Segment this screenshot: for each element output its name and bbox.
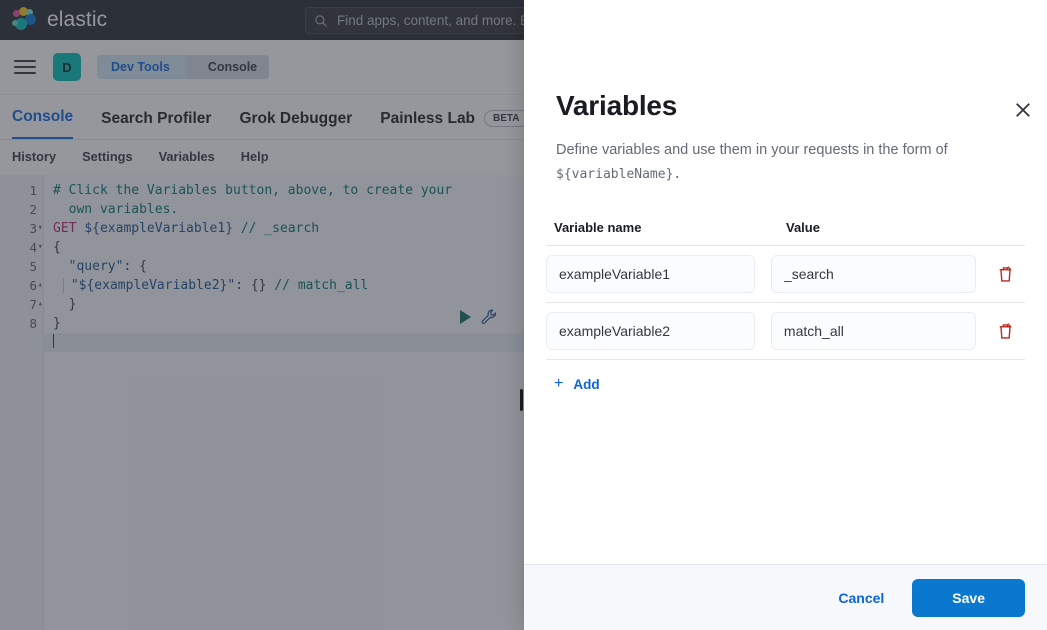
flyout-overlay-mask[interactable]: [0, 0, 524, 630]
trash-delete-icon[interactable]: [997, 265, 1014, 284]
cell-delete: [986, 322, 1025, 341]
table-row: [546, 246, 1025, 303]
close-icon[interactable]: [1013, 100, 1033, 120]
flyout-body: Variable name Value: [524, 187, 1047, 564]
cell-variable-value: [771, 255, 986, 293]
cell-variable-value: [771, 312, 986, 350]
flyout-header: Variables Define variables and use them …: [524, 0, 1047, 187]
flyout-resize-handle[interactable]: [520, 389, 523, 411]
variable-value-input[interactable]: [771, 312, 976, 350]
flyout-description: Define variables and use them in your re…: [556, 138, 1015, 187]
plus-icon: +: [554, 376, 563, 392]
add-variable-label: Add: [573, 377, 599, 392]
trash-delete-icon[interactable]: [997, 322, 1014, 341]
cancel-button[interactable]: Cancel: [824, 582, 898, 614]
column-header-variable-name: Variable name: [546, 220, 776, 235]
table-row: [546, 303, 1025, 360]
table-header-row: Variable name Value: [546, 220, 1025, 246]
variable-value-input[interactable]: [771, 255, 976, 293]
cell-variable-name: [546, 312, 771, 350]
flyout-description-code: ${variableName}.: [556, 167, 681, 182]
page-title: Variables: [556, 90, 1015, 122]
variables-table: Variable name Value: [546, 220, 1025, 392]
variables-flyout: Variables Define variables and use them …: [524, 0, 1047, 630]
flyout-description-text: Define variables and use them in your re…: [556, 142, 948, 158]
app-root: elastic Find apps, content, and more. Ex…: [0, 0, 1047, 630]
variable-name-input[interactable]: [546, 312, 755, 350]
add-variable-button[interactable]: + Add: [546, 360, 1025, 392]
cell-variable-name: [546, 255, 771, 293]
save-button[interactable]: Save: [912, 579, 1025, 617]
variable-name-input[interactable]: [546, 255, 755, 293]
flyout-footer: Cancel Save: [524, 564, 1047, 630]
column-header-value: Value: [776, 220, 996, 235]
cell-delete: [986, 265, 1025, 284]
